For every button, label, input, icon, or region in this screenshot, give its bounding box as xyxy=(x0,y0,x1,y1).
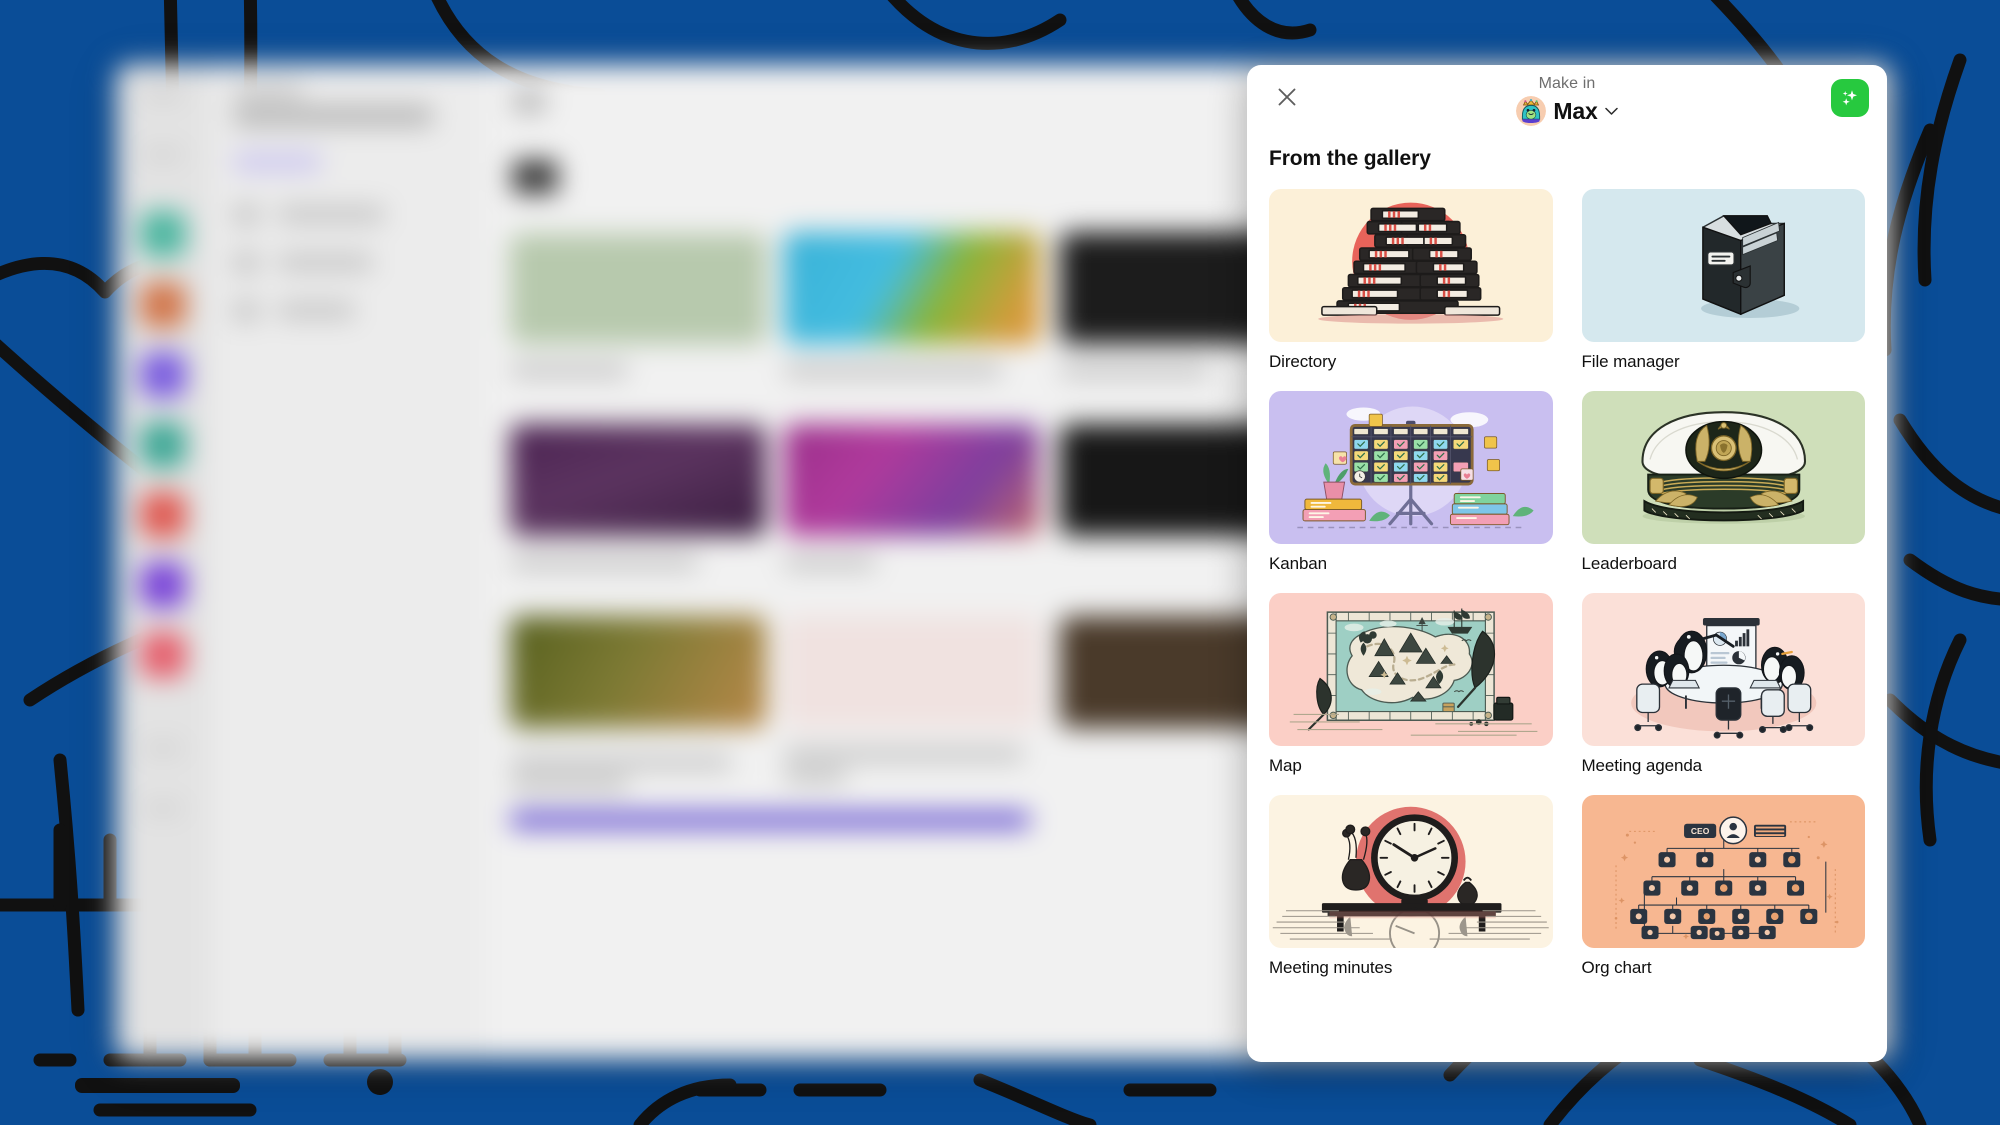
gallery-card-file-manager[interactable]: File manager xyxy=(1581,189,1865,372)
gallery-card-label: File manager xyxy=(1581,352,1680,371)
gallery-card-label: Map xyxy=(1269,756,1302,775)
make-in-label: Make in xyxy=(1538,75,1596,92)
gallery-card-label: Org chart xyxy=(1581,958,1652,977)
treasure-map-icon xyxy=(1269,593,1553,746)
chevron-down-icon[interactable] xyxy=(1604,107,1618,116)
gallery-card-label: Directory xyxy=(1269,352,1337,371)
gallery-card-directory[interactable]: Directory xyxy=(1269,189,1553,372)
binder-stack-icon xyxy=(1269,189,1553,342)
close-icon[interactable] xyxy=(1270,80,1304,114)
gallery-card-label: Meeting agenda xyxy=(1581,756,1703,775)
organizer-book-icon xyxy=(1581,189,1865,342)
org-chart-icon: CEO xyxy=(1581,795,1865,948)
panel-scroll-area[interactable]: Make in Max From the gallery Directory F… xyxy=(1247,65,1887,1062)
gallery-card-label: Kanban xyxy=(1269,554,1328,573)
make-in-gallery-panel: Make in Max From the gallery Directory F… xyxy=(1247,65,1887,1062)
svg-text:CEO: CEO xyxy=(1690,826,1709,836)
persona-selector[interactable]: Max xyxy=(1516,96,1618,126)
make-in-selector: Make in Max xyxy=(1247,74,1887,126)
gallery-card-org-chart[interactable]: CEO Org chart xyxy=(1581,795,1865,978)
persona-name: Max xyxy=(1553,97,1598,124)
gallery-grid: Directory File manager Kanban Leaderboar… xyxy=(1269,189,1865,978)
gallery-card-meeting-minutes[interactable]: Meeting minutes xyxy=(1269,795,1553,978)
captain-hat-icon xyxy=(1581,391,1865,544)
gallery-card-label: Meeting minutes xyxy=(1269,958,1393,977)
avatar xyxy=(1516,96,1547,126)
panel-header: Make in Max xyxy=(1247,65,1887,147)
ai-sparkles-button[interactable] xyxy=(1831,79,1869,117)
gallery-heading: From the gallery xyxy=(1269,147,1431,170)
panel-body: From the gallery Directory File manager … xyxy=(1247,147,1887,978)
gallery-card-map[interactable]: Map xyxy=(1269,593,1553,776)
penguin-meeting-icon xyxy=(1581,593,1865,746)
gallery-card-leaderboard[interactable]: Leaderboard xyxy=(1581,391,1865,574)
screen-root: Make in Max From the gallery Directory F… xyxy=(0,0,2000,1125)
gallery-card-meeting-agenda[interactable]: Meeting agenda xyxy=(1581,593,1865,776)
app-sidebar xyxy=(211,64,486,1059)
mantel-clock-icon xyxy=(1269,795,1553,948)
gallery-card-label: Leaderboard xyxy=(1581,554,1677,573)
gallery-card-kanban[interactable]: Kanban xyxy=(1269,391,1553,574)
kanban-board-icon xyxy=(1269,391,1553,544)
sparkles-icon xyxy=(1842,90,1857,106)
app-rail xyxy=(116,64,211,1059)
